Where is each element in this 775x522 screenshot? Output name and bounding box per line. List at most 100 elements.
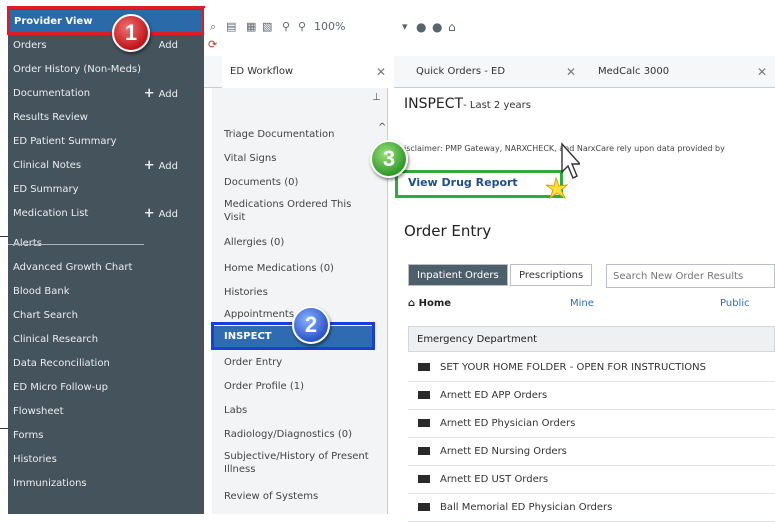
callout-3: 3 — [370, 140, 408, 178]
home-icon[interactable]: ⌂ — [448, 20, 456, 34]
tab-ed-workflow[interactable]: ED Workflow ✕ — [222, 56, 394, 88]
sidebar-item-label: Orders — [13, 40, 47, 51]
folder-label: Arnett ED APP Orders — [440, 390, 548, 401]
workflow-item-order-profile-1[interactable]: Order Profile (1) — [224, 380, 374, 393]
sidebar-item-ed-patient-summary[interactable]: ED Patient Summary — [8, 130, 204, 154]
sidebar-item-flowsheet[interactable]: Flowsheet — [8, 400, 204, 424]
sidebar-item-label: Results Review — [13, 112, 88, 123]
sidebar-item-label: Data Reconciliation — [13, 358, 110, 369]
sidebar-item-ed-summary[interactable]: ED Summary — [8, 178, 204, 202]
binoculars-icon[interactable]: ⌕ — [210, 20, 216, 34]
workflow-item-vital-signs[interactable]: Vital Signs — [224, 152, 374, 165]
folder-label: SET YOUR HOME FOLDER - OPEN FOR INSTRUCT… — [440, 362, 706, 373]
add-label: Add — [158, 209, 178, 220]
workflow-item-allergies-0[interactable]: Allergies (0) — [224, 236, 374, 249]
plus-icon: + — [143, 206, 155, 221]
close-icon[interactable]: ✕ — [757, 56, 767, 88]
scroll-up-icon[interactable]: ^ — [378, 122, 386, 133]
sidebar-item-immunizations[interactable]: Immunizations — [8, 472, 204, 496]
sidebar-item-blood-bank[interactable]: Blood Bank — [8, 280, 204, 304]
sidebar-item-chart-search[interactable]: Chart Search — [8, 304, 204, 328]
sidebar-item-label: Order History (Non-Meds) — [13, 64, 142, 75]
workflow-item-subjective-history-of-present-illness[interactable]: Subjective/History of Present Illness — [224, 450, 374, 476]
add-button[interactable]: Add — [159, 34, 178, 58]
folder-row[interactable]: Arnett ED APP Orders — [408, 382, 775, 410]
workflow-item-histories[interactable]: Histories — [224, 286, 374, 299]
add-button[interactable]: + Add — [144, 154, 178, 179]
zoom-out-icon[interactable]: ⚲ — [282, 20, 290, 33]
order-entry-title: Order Entry — [404, 222, 492, 240]
workflow-item-triage-documentation[interactable]: Triage Documentation — [224, 128, 374, 141]
folder-row[interactable]: Arnett ED Physician Orders — [408, 410, 775, 438]
toolbar: ⌕ ▤ ▦ ▧ ⚲ ⚲ 100% ▾ ● ● ⌂ ⟳ — [204, 8, 775, 54]
sidebar-item-label: Immunizations — [13, 478, 87, 489]
forward-icon[interactable]: ● — [432, 20, 442, 34]
pin-icon[interactable]: ⊥ — [372, 92, 381, 103]
folder-label: Arnett ED Physician Orders — [440, 418, 576, 429]
prescriptions-button[interactable]: Prescriptions — [510, 264, 593, 286]
highlight-box-step-3 — [395, 170, 563, 198]
workflow-item-order-entry[interactable]: Order Entry — [224, 356, 374, 369]
nav-mine[interactable]: Mine — [570, 298, 594, 309]
sidebar-item-data-reconciliation[interactable]: Data Reconciliation — [8, 352, 204, 376]
close-icon[interactable]: ✕ — [376, 56, 386, 88]
folder-icon — [418, 447, 430, 455]
plus-icon: + — [143, 86, 155, 101]
document-icon[interactable]: ▤ — [226, 20, 236, 33]
inspect-heading: INSPECT- Last 2 years — [404, 96, 531, 112]
tab-medcalc[interactable]: MedCalc 3000 ✕ — [590, 56, 775, 88]
folder-row[interactable]: SET YOUR HOME FOLDER - OPEN FOR INSTRUCT… — [408, 354, 775, 382]
order-search-input[interactable] — [606, 264, 775, 288]
add-label: Add — [158, 161, 178, 172]
inspect-title: INSPECT — [404, 96, 464, 112]
nav-home[interactable]: ⌂ Home — [408, 298, 451, 309]
tab-label: ED Workflow — [230, 66, 294, 77]
sidebar-item-medication-list[interactable]: Medication List + Add — [8, 202, 204, 226]
refresh-icon[interactable]: ⟳ — [208, 38, 217, 51]
print-icon[interactable]: ▦ — [246, 20, 256, 33]
workflow-item-home-medications-0[interactable]: Home Medications (0) — [224, 262, 374, 275]
sidebar-item-ed-micro-follow-up[interactable]: ED Micro Follow-up — [8, 376, 204, 400]
sidebar-item-forms[interactable]: Forms — [8, 424, 204, 448]
sidebar-item-documentation[interactable]: Documentation + Add — [8, 82, 204, 106]
zoom-level[interactable]: 100% — [314, 20, 345, 33]
sidebar-item-clinical-notes[interactable]: Clinical Notes + Add — [8, 154, 204, 178]
sidebar-item-order-history-non-meds[interactable]: Order History (Non-Meds) — [8, 58, 204, 82]
sidebar-item-clinical-research[interactable]: Clinical Research — [8, 328, 204, 352]
workflow-item-radiology-diagnostics-0[interactable]: Radiology/Diagnostics (0) — [224, 428, 374, 441]
sidebar-item-label: Documentation — [13, 88, 91, 99]
folder-icon — [418, 391, 430, 399]
nav-public[interactable]: Public — [720, 298, 750, 309]
zoom-in-icon[interactable]: ⚲ — [298, 20, 306, 33]
print-preview-icon[interactable]: ▧ — [262, 20, 272, 33]
folder-label: Arnett ED Nursing Orders — [440, 446, 567, 457]
plus-icon: + — [143, 158, 155, 173]
folder-row[interactable]: Arnett ED Nursing Orders — [408, 438, 775, 466]
workflow-item-medications-ordered-this-visit[interactable]: Medications Ordered This Visit — [224, 198, 374, 224]
sidebar-item-label: Histories — [13, 454, 57, 465]
dropdown-icon[interactable]: ▾ — [402, 20, 408, 33]
add-button[interactable]: + Add — [144, 82, 178, 107]
sidebar-separator — [8, 244, 144, 245]
close-icon[interactable]: ✕ — [566, 56, 576, 88]
sidebar-item-label: Chart Search — [13, 310, 79, 321]
left-sidebar: Provider View Orders Add Order History (No… — [8, 8, 204, 514]
workflow-item-review-of-systems[interactable]: Review of Systems — [224, 490, 374, 503]
sidebar-item-histories[interactable]: Histories — [8, 448, 204, 472]
tab-quick-orders[interactable]: Quick Orders - ED ✕ — [408, 56, 584, 88]
workflow-item-labs[interactable]: Labs — [224, 404, 374, 417]
sidebar-item-results-review[interactable]: Results Review — [8, 106, 204, 130]
sidebar-item-advanced-growth-chart[interactable]: Advanced Growth Chart — [8, 256, 204, 280]
sidebar-item-label: Clinical Notes — [13, 160, 82, 171]
sidebar-item-orders[interactable]: Orders Add — [8, 34, 204, 58]
folder-icon — [418, 475, 430, 483]
folder-row[interactable]: Arnett ED UST Orders — [408, 466, 775, 494]
folder-icon — [418, 363, 430, 371]
list-header: Emergency Department — [408, 326, 775, 352]
inpatient-orders-button[interactable]: Inpatient Orders — [408, 264, 508, 286]
add-button[interactable]: + Add — [144, 202, 178, 227]
back-icon[interactable]: ● — [416, 20, 426, 34]
folder-row[interactable]: Ball Memorial ED Physician Orders — [408, 494, 775, 522]
folder-icon — [418, 419, 430, 427]
workflow-item-documents-0[interactable]: Documents (0) — [224, 176, 374, 189]
